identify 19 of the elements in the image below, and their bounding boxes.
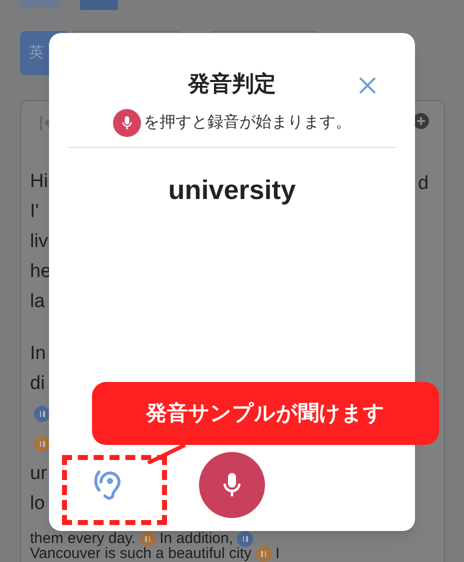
passage-text: d: [418, 172, 429, 196]
passage-text: Vancouver is such a beautiful city: [30, 546, 252, 562]
passage-text: di: [30, 372, 45, 396]
passage-text: Hi: [30, 170, 48, 194]
passage-text: I': [30, 200, 39, 224]
passage-text: lo: [30, 492, 45, 516]
passage-text: la: [30, 290, 45, 314]
passage-text: liv: [30, 230, 48, 254]
instruction-text: を押すと録音が始まります。: [144, 112, 352, 133]
dialog-title: 発音判定: [188, 70, 276, 98]
target-word: university: [168, 174, 296, 207]
close-icon[interactable]: [359, 77, 376, 94]
passage-text: ur: [30, 462, 47, 486]
passage-text: them every day.: [30, 531, 136, 547]
passage-text: I: [276, 546, 280, 562]
toolbar-block: [80, 0, 118, 10]
passage-text: In addition,: [160, 531, 233, 547]
passage-text: In: [30, 342, 46, 366]
callout-text: 発音サンプルが聞けます: [146, 400, 385, 427]
